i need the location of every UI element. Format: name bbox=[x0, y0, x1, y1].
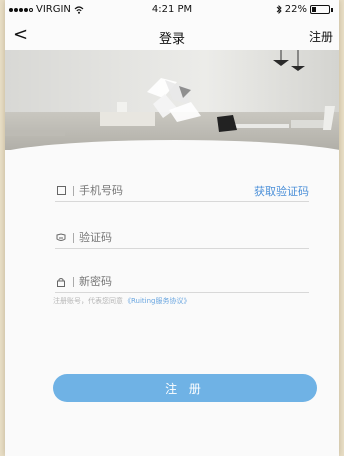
register-button[interactable]: 注 册 bbox=[53, 374, 317, 402]
shield-icon bbox=[55, 232, 67, 244]
phone-icon bbox=[55, 185, 67, 197]
password-field bbox=[55, 271, 309, 293]
status-bar: VIRGIN 4:21 PM 22% bbox=[5, 0, 339, 22]
field-separator bbox=[73, 185, 74, 196]
agreement-text: 注册账号，代表您同意 《Ruiting服务协议》 bbox=[53, 296, 191, 306]
register-nav-button[interactable]: 注册 bbox=[309, 28, 333, 45]
field-separator bbox=[73, 276, 74, 287]
agreement-label: 注册账号，代表您同意 bbox=[53, 297, 123, 305]
battery-percent: 22% bbox=[284, 4, 307, 15]
page-title: 登录 bbox=[158, 32, 185, 47]
lock-icon bbox=[55, 276, 67, 288]
app-screen: VIRGIN 4:21 PM 22% < 登录 注册 手机号码 获取验证码 验证… bbox=[5, 0, 339, 456]
bluetooth-icon bbox=[276, 5, 282, 14]
password-input[interactable] bbox=[79, 275, 309, 288]
battery-cap bbox=[331, 7, 333, 12]
battery-level-fill bbox=[312, 7, 316, 12]
get-code-button[interactable]: 获取验证码 bbox=[254, 183, 309, 199]
code-input[interactable] bbox=[79, 231, 309, 244]
battery-icon bbox=[310, 5, 330, 14]
agreement-link[interactable]: 《Ruiting服务协议》 bbox=[124, 296, 191, 306]
app-logo bbox=[147, 78, 201, 122]
code-field bbox=[55, 227, 309, 249]
hero-banner bbox=[5, 50, 339, 155]
phone-field: 获取验证码 bbox=[55, 180, 309, 202]
field-separator bbox=[73, 232, 74, 243]
phone-input[interactable] bbox=[79, 184, 254, 197]
status-right: 22% bbox=[276, 4, 333, 15]
nav-bar: < 登录 注册 bbox=[5, 22, 339, 50]
